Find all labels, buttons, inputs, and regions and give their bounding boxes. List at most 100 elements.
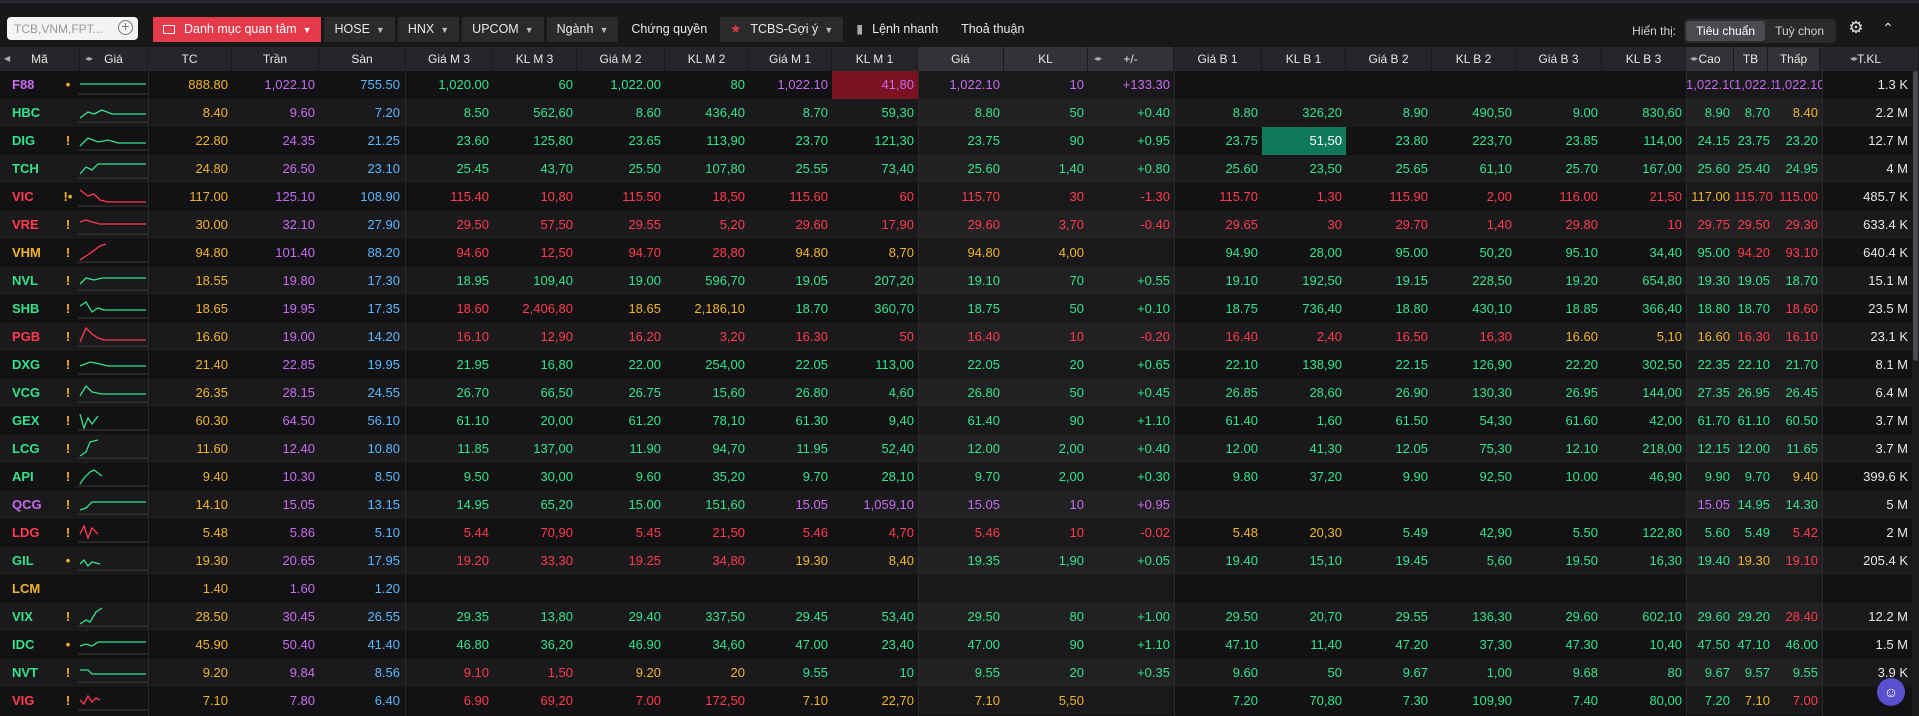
column-header[interactable]: Giá M 1 xyxy=(749,47,832,71)
tab-0[interactable]: Danh mục quan tâm ▼ xyxy=(153,17,322,42)
column-header[interactable]: Thấp xyxy=(1768,47,1820,71)
table-row[interactable]: VIC !• 117.00 125.10 108.90 115.40 10,80 115.50… xyxy=(0,183,1919,211)
table-cell: 29.55 xyxy=(1395,609,1428,624)
column-header[interactable]: TC xyxy=(148,47,232,71)
display-option-standard[interactable]: Tiêu chuẩn xyxy=(1686,21,1766,41)
column-header[interactable]: Giá xyxy=(918,47,1004,71)
column-header[interactable]: T.KL xyxy=(1820,47,1919,71)
scrollbar-thumb[interactable] xyxy=(1913,71,1918,361)
symbol-cell[interactable]: VCG xyxy=(0,379,60,407)
table-row[interactable]: VIG! 7.10 7.80 6.40 6.90 69,20 7.00 172,50 7.10 2… xyxy=(0,687,1919,715)
column-header[interactable]: KL M 2 xyxy=(665,47,749,71)
symbol-cell[interactable]: QCG xyxy=(0,491,60,519)
symbol-cell[interactable]: PGB xyxy=(0,323,60,351)
table-row[interactable]: VCG! 26.35 28.15 24.55 26.70 66,50 26.75 15,60 2… xyxy=(0,379,1919,407)
tab-8[interactable]: Thoả thuận xyxy=(951,17,1034,42)
table-row[interactable]: LDG! 5.48 5.86 5.10 5.44 70,90 5.45 21,50 5.46 4,… xyxy=(0,519,1919,547)
column-header[interactable]: TB xyxy=(1734,47,1768,71)
table-row[interactable]: HBC 8.40 9.60 7.20 8.50 562,60 8.60 436,40 8.70 5… xyxy=(0,99,1919,127)
tab-3[interactable]: UPCOM ▼ xyxy=(462,17,544,42)
symbol-cell[interactable]: API xyxy=(0,463,60,491)
symbol-cell[interactable]: NVT xyxy=(0,659,60,687)
column-header[interactable]: Giá B 1 xyxy=(1174,47,1262,71)
symbol-cell[interactable]: GEX xyxy=(0,407,60,435)
table-row[interactable]: NVT! 9.20 9.84 8.56 9.10 1,50 9.20 20 9.55 10 9.55… xyxy=(0,659,1919,687)
column-header[interactable]: Giá B 3 xyxy=(1516,47,1602,71)
column-header[interactable]: Sàn xyxy=(319,47,406,71)
table-row[interactable]: SHB! 18.65 19.95 17.35 18.60 2,406,80 18.65 2,1… xyxy=(0,295,1919,323)
table-row[interactable]: LCM 1.40 1.60 1.20 xyxy=(0,575,1919,603)
symbol-cell[interactable]: VHM xyxy=(0,239,60,267)
table-cell: 19.05 xyxy=(795,273,828,288)
column-header[interactable]: KL xyxy=(1004,47,1088,71)
column-header[interactable]: Trần xyxy=(232,47,319,71)
column-header[interactable]: Giá M 3 xyxy=(406,47,493,71)
symbol-cell[interactable]: LDG xyxy=(0,519,60,547)
symbol-cell[interactable]: GIL xyxy=(0,547,60,575)
table-row[interactable]: DXG! 21.40 22.85 19.95 21.95 16,80 22.00 254,00… xyxy=(0,351,1919,379)
symbol-cell[interactable]: IDC xyxy=(0,631,60,659)
symbol-cell[interactable]: DXG xyxy=(0,351,60,379)
symbol-search[interactable]: + xyxy=(7,17,138,40)
table-row[interactable]: GEX! 60.30 64.50 56.10 61.10 20,00 61.20 78,10 6… xyxy=(0,407,1919,435)
table-cell: 1,40 xyxy=(1486,217,1512,232)
column-header[interactable]: KL M 1 xyxy=(832,47,918,71)
table-row[interactable]: NVL! 18.55 19.80 17.30 18.95 109,40 19.00 596,7… xyxy=(0,267,1919,295)
table-cell: 26.85 xyxy=(1225,385,1258,400)
table-row[interactable]: DIG! 22.80 24.35 21.25 23.60 125,80 23.65 113,9… xyxy=(0,127,1919,155)
symbol-cell[interactable]: SHB xyxy=(0,295,60,323)
display-label: Hiển thị: xyxy=(1632,24,1677,38)
table-row[interactable]: VHM! 94.80 101.40 88.20 94.60 12,50 94.70 28,80… xyxy=(0,239,1919,267)
table-row[interactable]: VRE! 30.00 32.10 27.90 29.50 57,50 29.55 5,20 29… xyxy=(0,211,1919,239)
table-cell: 9.20 xyxy=(202,665,228,680)
tab-4[interactable]: Ngành ▼ xyxy=(546,17,619,42)
table-row[interactable]: PGB! 16.60 19.00 14.20 16.10 12,90 16.20 3,20 16… xyxy=(0,323,1919,351)
tab-7[interactable]: ▮ Lệnh nhanh xyxy=(846,17,948,42)
table-row[interactable]: VIX! 28.50 30.45 26.55 29.35 13,80 29.40 337,50… xyxy=(0,603,1919,631)
symbol-cell[interactable]: HBC xyxy=(0,99,60,127)
column-header[interactable]: KL B 1 xyxy=(1262,47,1346,71)
symbol-cell[interactable]: TCH xyxy=(0,155,60,183)
tab-label: Chứng quyền xyxy=(631,22,708,36)
table-row[interactable]: API! 9.40 10.30 8.50 9.50 30,00 9.60 35,20 9.70 2… xyxy=(0,463,1919,491)
vertical-scrollbar[interactable] xyxy=(1912,71,1919,716)
column-header[interactable]: Mã xyxy=(0,47,80,71)
column-header[interactable]: Giá B 2 xyxy=(1346,47,1432,71)
symbol-cell[interactable]: VRE xyxy=(0,211,60,239)
column-header[interactable]: KL M 3 xyxy=(493,47,577,71)
table-row[interactable]: F88 • 888.80 1,022.10 755.50 1,020.00 60 1,022.… xyxy=(0,71,1919,99)
search-input[interactable] xyxy=(14,21,114,36)
symbol-cell[interactable]: VIX xyxy=(0,603,60,631)
column-header[interactable]: KL B 3 xyxy=(1602,47,1686,71)
assistant-bot-icon[interactable]: ☺ xyxy=(1877,678,1905,706)
symbol-cell[interactable]: DIG xyxy=(0,127,60,155)
symbol-cell[interactable]: VIG xyxy=(0,687,60,715)
column-collapse-icon[interactable]: ◀ xyxy=(4,47,10,71)
symbol-cell[interactable]: LCG xyxy=(0,435,60,463)
table-cell: 80 xyxy=(1004,603,1088,631)
column-collapse-icon[interactable]: ◂▸ xyxy=(1850,47,1858,71)
table-row[interactable]: QCG! 14.10 15.05 13.15 14.95 65,20 15.00 151,60… xyxy=(0,491,1919,519)
table-cell: 51,50 xyxy=(1262,127,1346,155)
tab-1[interactable]: HOSE ▼ xyxy=(324,17,395,42)
table-row[interactable]: IDC • 45.90 50.40 41.40 46.80 36,20 46.90 34,60 4… xyxy=(0,631,1919,659)
tab-2[interactable]: HNX ▼ xyxy=(397,17,460,42)
gear-icon[interactable]: ⚙ xyxy=(1847,19,1865,37)
column-collapse-icon[interactable]: ◂▸ xyxy=(85,47,93,71)
table-row[interactable]: LCG! 11.60 12.40 10.80 11.85 137,00 11.90 94,70… xyxy=(0,435,1919,463)
display-option-custom[interactable]: Tuỳ chọn xyxy=(1765,21,1834,41)
column-header[interactable]: Giá M 2 xyxy=(577,47,665,71)
symbol-cell[interactable]: LCM xyxy=(0,575,60,603)
symbol-cell[interactable]: VIC xyxy=(0,183,60,211)
chevron-up-icon[interactable]: ⌃ xyxy=(1879,19,1897,37)
symbol-cell[interactable]: NVL xyxy=(0,267,60,295)
column-header[interactable]: KL B 2 xyxy=(1432,47,1516,71)
table-row[interactable]: TCH 24.80 26.50 23.10 25.45 43,70 25.50 107,80 2… xyxy=(0,155,1919,183)
table-row[interactable]: GIL • 19.30 20.65 17.95 19.20 33,30 19.25 34,80 1… xyxy=(0,547,1919,575)
column-collapse-icon[interactable]: ◂▸ xyxy=(1094,47,1102,71)
column-collapse-icon[interactable]: ◂▸ xyxy=(1690,47,1698,71)
symbol-cell[interactable]: F88 xyxy=(0,71,60,99)
add-icon[interactable]: + xyxy=(118,19,133,35)
tab-5[interactable]: Chứng quyền xyxy=(621,17,717,42)
tab-6[interactable]: ★ TCBS-Gợi ý ▼ xyxy=(720,17,844,42)
